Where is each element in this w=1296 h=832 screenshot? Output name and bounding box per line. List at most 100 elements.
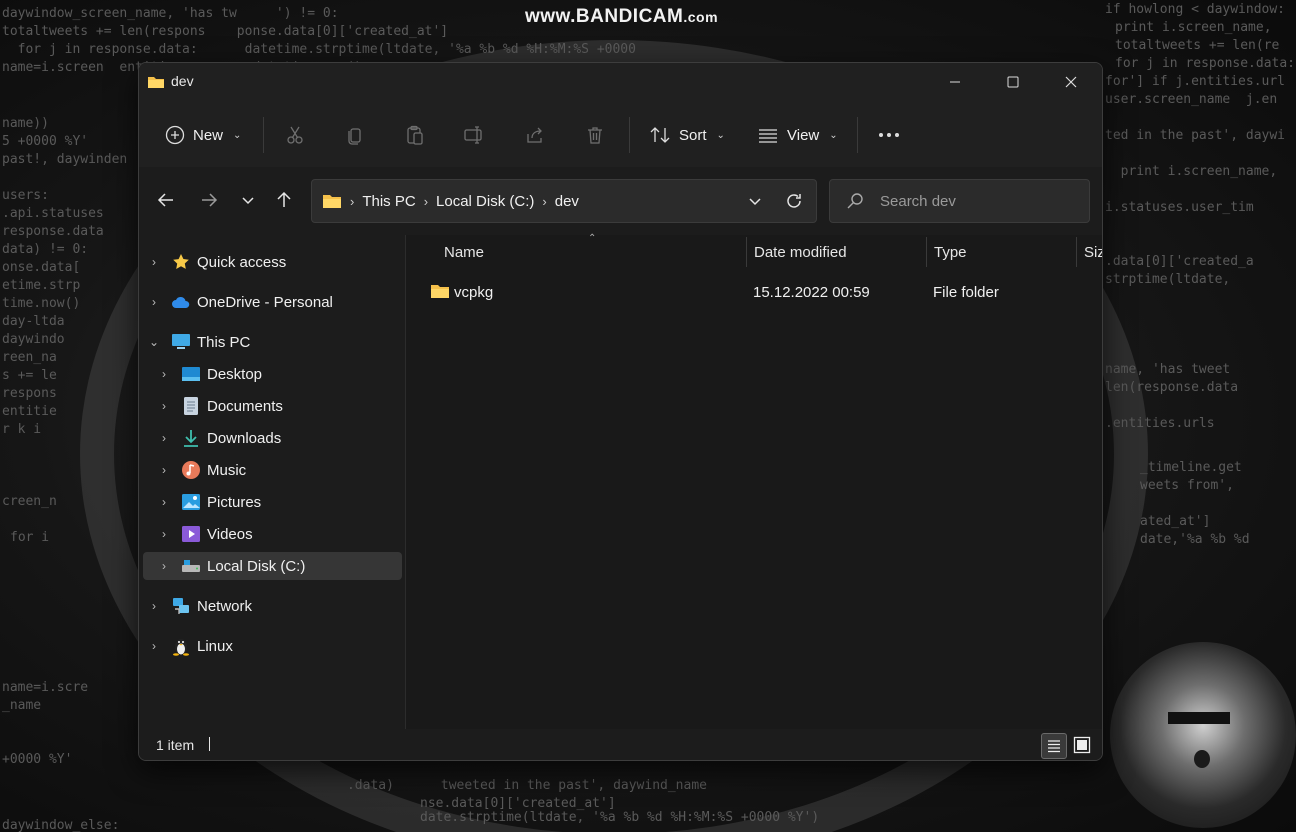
arrow-left-icon	[157, 193, 173, 207]
column-header-name[interactable]: Name	[444, 235, 744, 269]
rename-icon	[464, 126, 482, 144]
nav-item-linux[interactable]: › Linux	[147, 632, 406, 660]
nav-item-onedrive[interactable]: › OneDrive - Personal	[147, 288, 406, 316]
nav-item-quick-access[interactable]: › Quick access	[147, 248, 406, 276]
cut-icon	[287, 126, 303, 144]
new-label: New	[193, 126, 224, 144]
folder-icon	[323, 195, 341, 208]
paste-button[interactable]	[401, 121, 429, 149]
nav-item-downloads[interactable]: › Downloads	[157, 424, 416, 452]
nav-item-label: This PC	[197, 333, 251, 351]
breadcrumb: › This PC › Local Disk (C:) › dev	[322, 180, 579, 222]
share-button[interactable]	[521, 121, 549, 149]
nav-item-label: Documents	[207, 397, 283, 415]
expand-chevron-icon[interactable]: ›	[147, 599, 161, 613]
new-button[interactable]: New ⌄	[165, 117, 241, 153]
file-date: 15.12.2022 00:59	[753, 284, 870, 301]
network-icon	[171, 596, 191, 616]
file-list: ⌃ Name Date modified Type Siz vcpkg 15.1…	[406, 233, 1102, 729]
nav-item-this-pc[interactable]: ⌄ This PC	[147, 328, 406, 356]
linux-icon	[171, 636, 191, 656]
chevron-right-icon: ›	[542, 193, 547, 209]
expand-chevron-icon[interactable]: ›	[157, 463, 171, 477]
expand-chevron-icon[interactable]: ›	[157, 495, 171, 509]
file-row[interactable]: vcpkg 15.12.2022 00:59 File folder	[426, 279, 1096, 307]
nav-item-label: Network	[197, 597, 253, 615]
nav-item-desktop[interactable]: › Desktop	[157, 360, 416, 388]
more-icon	[879, 133, 899, 137]
copy-icon	[348, 128, 361, 145]
minimize-button[interactable]	[926, 63, 984, 101]
search-box[interactable]	[829, 179, 1090, 223]
file-name: vcpkg	[454, 284, 494, 301]
desktop-icon	[181, 364, 201, 384]
column-header-date-modified[interactable]: Date modified	[754, 235, 924, 269]
recent-locations-button[interactable]	[233, 185, 263, 215]
nav-item-videos[interactable]: › Videos	[157, 520, 416, 548]
expand-chevron-icon[interactable]: ›	[157, 399, 171, 413]
close-button[interactable]	[1042, 63, 1100, 101]
refresh-button[interactable]	[779, 186, 809, 216]
nav-item-label: Downloads	[207, 429, 282, 447]
up-button[interactable]	[269, 185, 299, 215]
download-icon	[181, 428, 201, 448]
nav-item-music[interactable]: › Music	[157, 456, 416, 484]
copy-button[interactable]	[341, 121, 369, 149]
more-options-button[interactable]	[875, 121, 903, 149]
column-divider[interactable]	[1076, 237, 1077, 267]
status-divider	[209, 737, 210, 751]
column-divider[interactable]	[746, 237, 747, 267]
item-count: 1 item	[156, 737, 195, 753]
delete-icon	[588, 127, 602, 144]
expand-chevron-icon[interactable]: ›	[147, 639, 161, 653]
sort-button[interactable]: Sort ⌄	[649, 117, 725, 153]
videos-icon	[181, 524, 201, 544]
forward-button[interactable]	[194, 185, 224, 215]
nav-item-pictures[interactable]: › Pictures	[157, 488, 416, 516]
documents-icon	[181, 396, 201, 416]
expand-chevron-icon[interactable]: ›	[157, 559, 171, 573]
title-bar[interactable]: dev	[139, 63, 1102, 101]
search-input[interactable]	[878, 188, 1082, 214]
cut-button[interactable]	[281, 121, 309, 149]
expand-chevron-icon[interactable]: ›	[147, 295, 161, 309]
maximize-button[interactable]	[984, 63, 1042, 101]
address-history-button[interactable]	[740, 186, 770, 216]
expand-chevron-icon[interactable]: ›	[157, 367, 171, 381]
rename-button[interactable]	[461, 121, 489, 149]
file-type: File folder	[933, 284, 999, 301]
address-bar[interactable]: › This PC › Local Disk (C:) › dev	[311, 179, 817, 223]
breadcrumb-item[interactable]: Local Disk (C:)	[436, 193, 534, 210]
arrow-up-icon	[277, 191, 291, 207]
expand-chevron-icon[interactable]: ›	[157, 527, 171, 541]
nav-item-network[interactable]: › Network	[147, 592, 406, 620]
column-divider[interactable]	[926, 237, 927, 267]
column-header-size[interactable]: Siz	[1084, 235, 1102, 269]
window-title: dev	[171, 73, 194, 89]
breadcrumb-item[interactable]: This PC	[362, 193, 415, 210]
back-button[interactable]	[151, 185, 181, 215]
tiles-view-button[interactable]	[1070, 733, 1094, 757]
webcam-overlay	[1110, 642, 1296, 828]
nav-item-label: Desktop	[207, 365, 263, 383]
paste-icon	[407, 125, 423, 145]
arrow-right-icon	[202, 193, 218, 207]
collapse-chevron-icon[interactable]: ⌄	[147, 335, 161, 349]
close-icon	[1065, 76, 1077, 88]
expand-chevron-icon[interactable]: ›	[147, 255, 161, 269]
minimize-icon	[950, 81, 960, 83]
delete-button[interactable]	[581, 121, 609, 149]
details-view-button[interactable]	[1041, 733, 1067, 759]
nav-item-local-disk[interactable]: › Local Disk (C:)	[143, 552, 402, 580]
view-button[interactable]: View ⌄	[757, 117, 838, 153]
chevron-right-icon: ›	[423, 193, 429, 209]
chevron-down-icon	[749, 198, 761, 206]
breadcrumb-item[interactable]: dev	[555, 193, 579, 210]
address-row: › This PC › Local Disk (C:) › dev	[139, 167, 1102, 235]
column-header-type[interactable]: Type	[934, 235, 1074, 269]
expand-chevron-icon[interactable]: ›	[157, 431, 171, 445]
nav-item-documents[interactable]: › Documents	[157, 392, 416, 420]
search-icon	[847, 193, 863, 209]
navigation-pane: › Quick access › OneDrive - Personal ⌄ T…	[139, 235, 405, 729]
folder-icon	[430, 283, 450, 303]
